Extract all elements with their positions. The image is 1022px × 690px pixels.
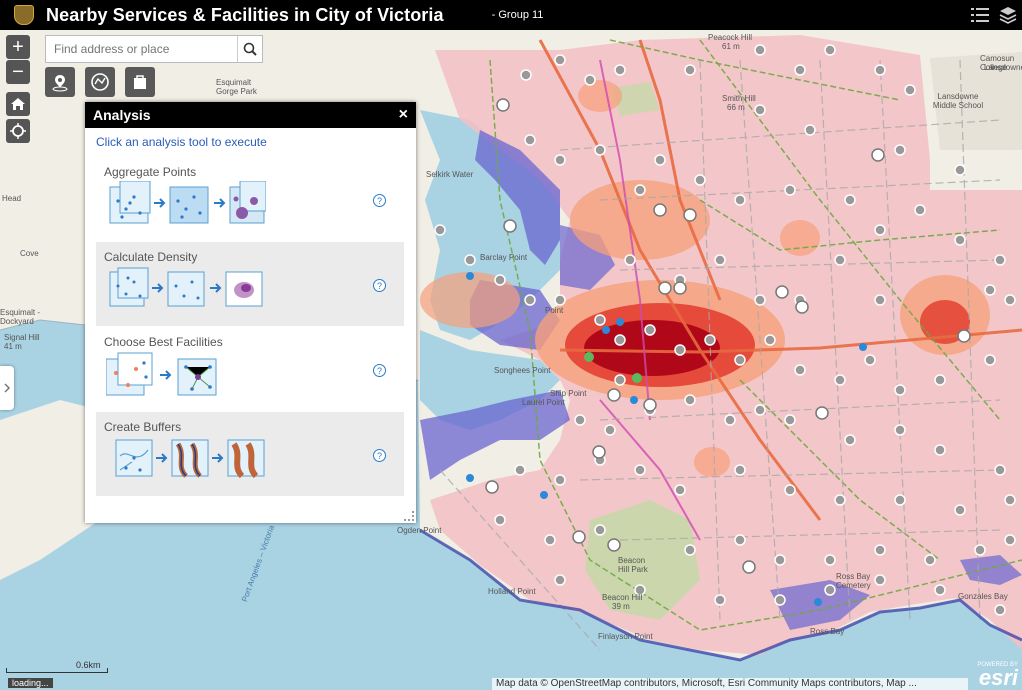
search-input[interactable] <box>46 36 237 62</box>
tool-label: Choose Best Facilities <box>104 335 223 349</box>
scale-label: 0.6km <box>76 660 101 670</box>
map-label-beacon-hill: Beacon Hill <box>602 593 643 602</box>
help-icon[interactable]: ? <box>373 364 386 377</box>
help-icon[interactable]: ? <box>373 279 386 292</box>
app-title: Nearby Services & Facilities in City of … <box>46 4 444 25</box>
esri-brand: esri <box>978 665 1018 690</box>
map-label-selkirk: Selkirk Water <box>426 170 474 179</box>
legend-list-icon[interactable] <box>966 0 994 30</box>
map-label-signal-elev: 41 m <box>4 342 22 351</box>
map-label-cove: Cove <box>20 249 39 258</box>
tool-label: Calculate Density <box>104 250 198 264</box>
map-label-peacock-hill: Peacock Hill <box>708 33 753 42</box>
tool-choose-best-facilities[interactable]: Choose Best Facilities ? <box>96 327 404 411</box>
map-label-barclay-point: Barclay Point <box>480 253 528 262</box>
locate-button[interactable] <box>6 119 30 143</box>
directions-widget-button[interactable] <box>45 67 75 97</box>
resize-handle[interactable] <box>404 511 414 521</box>
map-label-finlayson: Finlayson Point <box>598 632 653 641</box>
panel-title: Analysis <box>93 107 151 123</box>
map-label-smith-elev: 66 m <box>727 103 745 112</box>
map-label-signal-hill: Signal Hill <box>4 333 40 342</box>
panel-close-button[interactable]: × <box>399 106 408 124</box>
map-label-smith-hill: Smith Hill <box>722 94 756 103</box>
home-button[interactable] <box>6 92 30 116</box>
map-label-gonzales: Gonzales Bay <box>958 592 1008 601</box>
calculate-density-icon <box>109 267 263 307</box>
panel-header: Analysis × <box>85 102 416 128</box>
app-subtitle: - Group 11 <box>491 9 544 21</box>
tool-label: Create Buffers <box>104 420 182 434</box>
bag-icon <box>134 75 146 89</box>
map-label-ross-cemetery: Ross Bay Cemetery <box>836 572 871 590</box>
analysis-icon <box>91 73 109 91</box>
app-header: Nearby Services & Facilities in City of … <box>0 0 1022 30</box>
map-label-point: Point <box>545 306 564 315</box>
map-label-beacon-elev: 39 m <box>612 602 630 611</box>
search-button[interactable] <box>237 36 262 62</box>
map-label-ross-bay: Ross Bay <box>810 627 845 636</box>
map-label-holland: Holland Point <box>488 587 536 596</box>
map-label-lansdowne: Lansdowne Middle School <box>932 92 984 110</box>
map-label-esquimalt: Esquimalt - Dockyard <box>0 308 41 326</box>
tool-calculate-density[interactable]: Calculate Density ? <box>96 242 404 326</box>
zoom-out-button[interactable]: − <box>6 60 30 84</box>
help-icon[interactable]: ? <box>373 449 386 462</box>
map-label-beacon-hill-park: Beacon Hill Park <box>618 556 648 574</box>
aggregate-points-icon <box>109 181 266 224</box>
side-panel-toggle[interactable] <box>0 366 14 410</box>
map-label-ship-point: Ship Point <box>550 389 587 398</box>
tool-aggregate-points[interactable]: Aggregate Points ? <box>96 157 404 241</box>
layers-icon[interactable] <box>994 0 1022 30</box>
loading-status: loading... <box>8 678 53 688</box>
search-box <box>45 35 263 63</box>
city-crest-logo <box>14 5 34 25</box>
esri-logo: POWERED BY esri <box>977 662 1018 690</box>
choose-best-facilities-icon <box>106 352 217 396</box>
map-label-songhees: Songhees Point <box>494 366 551 375</box>
map-label-head: Head <box>2 194 22 203</box>
tool-label: Aggregate Points <box>104 165 197 179</box>
analysis-panel: Analysis × Click an analysis tool to exe… <box>85 102 416 523</box>
map-pin-icon <box>52 75 68 92</box>
create-buffers-icon <box>115 439 265 479</box>
map-label-peacock-elev: 61 m <box>722 42 740 51</box>
tool-create-buffers[interactable]: Create Buffers ? <box>96 412 404 496</box>
analysis-widget-button[interactable] <box>85 67 115 97</box>
basemap-widget-button[interactable] <box>125 67 155 97</box>
map-label-ogden: Ogden Point <box>397 526 442 535</box>
map-label-camosun-sub: Lansdowne <box>984 63 1022 72</box>
search-icon <box>243 42 257 56</box>
locate-icon <box>10 123 26 139</box>
chevron-right-icon <box>4 383 11 393</box>
map-attribution: Map data © OpenStreetMap contributors, M… <box>492 678 968 690</box>
map-label-laurel: Laurel Point <box>522 398 565 407</box>
help-icon[interactable]: ? <box>373 194 386 207</box>
panel-instruction: Click an analysis tool to execute <box>96 135 267 149</box>
zoom-in-button[interactable]: + <box>6 35 30 59</box>
home-icon <box>11 98 25 110</box>
map-label-esquimalt-gorge: Esquimalt Gorge Park <box>216 78 257 96</box>
